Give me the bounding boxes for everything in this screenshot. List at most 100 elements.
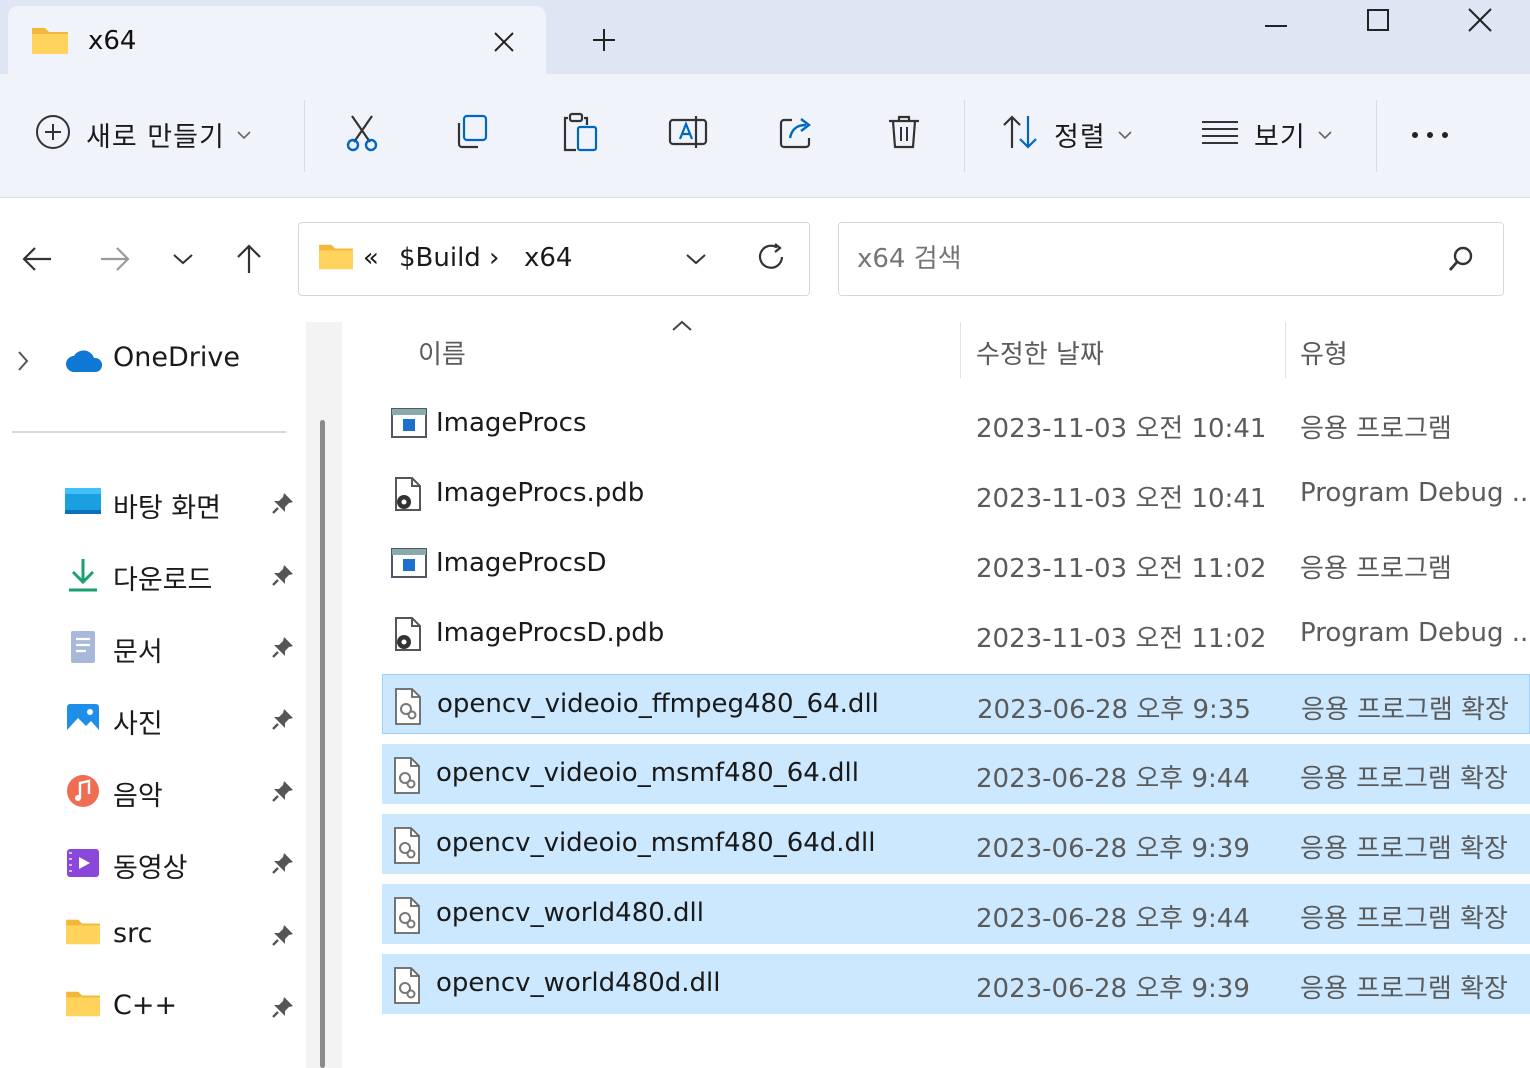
breadcrumb-overflow[interactable]: « <box>363 243 379 273</box>
file-row[interactable]: ImageProcsD.pdb 2023-11-03 오전 11:02 Progra… <box>382 604 1530 664</box>
rename-button[interactable] <box>668 106 708 162</box>
sidebar-item-label: 다운로드 <box>113 565 213 596</box>
column-divider[interactable] <box>1285 322 1286 378</box>
file-type: 응용 프로그램 <box>1300 414 1452 444</box>
cut-button[interactable] <box>342 106 382 162</box>
chevron-down-icon <box>1118 125 1132 144</box>
file-type: Program Debug ... <box>1300 618 1530 648</box>
view-button[interactable]: 보기 <box>1200 106 1332 162</box>
file-type: 응용 프로그램 <box>1300 554 1452 584</box>
file-name: opencv_videoio_msmf480_64d.dll <box>436 828 876 858</box>
chevron-right-icon[interactable] <box>16 350 30 376</box>
sidebar-item-label: C++ <box>113 990 178 1021</box>
file-date: 2023-06-28 오후 9:35 <box>977 695 1251 725</box>
sidebar-item-6[interactable]: 동영상 <box>0 832 306 892</box>
share-button[interactable] <box>776 106 816 162</box>
sidebar-item-label: 음악 <box>113 781 163 812</box>
maximize-button[interactable] <box>1338 0 1418 40</box>
sidebar-item-7[interactable]: src <box>0 904 306 964</box>
breadcrumb-build[interactable]: $Build <box>399 243 481 273</box>
rename-icon <box>668 112 708 156</box>
forward-button[interactable] <box>92 236 138 282</box>
copy-icon <box>452 112 492 156</box>
view-list-icon <box>1200 112 1240 156</box>
desktop-icon <box>64 484 102 522</box>
file-name: opencv_videoio_ffmpeg480_64.dll <box>437 689 879 719</box>
address-bar[interactable]: « $Build › x64 <box>298 222 810 296</box>
more-icon <box>1410 125 1450 144</box>
breadcrumb-separator[interactable]: › <box>489 243 499 273</box>
dll-icon <box>390 826 428 864</box>
trash-icon <box>884 112 924 156</box>
file-type: Program Debug ... <box>1300 478 1530 508</box>
view-button-label: 보기 <box>1254 121 1306 153</box>
sidebar-item-2[interactable]: 다운로드 <box>0 544 306 604</box>
column-header-name[interactable]: 이름 <box>418 334 466 371</box>
share-icon <box>776 112 816 156</box>
toolbar-divider <box>304 100 305 172</box>
sidebar-scrollbar-thumb[interactable] <box>320 420 325 1068</box>
search-box[interactable] <box>838 222 1504 296</box>
paste-button[interactable] <box>560 106 600 162</box>
file-name: ImageProcs.pdb <box>436 478 645 508</box>
file-row[interactable]: opencv_world480d.dll 2023-06-28 오후 9:39 응용… <box>382 954 1530 1014</box>
sidebar-item-onedrive[interactable]: OneDrive <box>0 328 306 388</box>
chevron-down-icon <box>1318 125 1332 144</box>
column-divider[interactable] <box>960 322 961 378</box>
recent-locations-button[interactable] <box>160 236 206 282</box>
sort-button[interactable]: 정렬 <box>1000 106 1132 162</box>
back-button[interactable] <box>14 236 60 282</box>
add-circle-icon <box>34 113 72 155</box>
file-type: 응용 프로그램 확장 <box>1300 764 1508 794</box>
new-button[interactable]: 새로 만들기 <box>34 106 251 162</box>
pin-icon <box>270 562 296 592</box>
breadcrumb-x64[interactable]: x64 <box>524 243 572 273</box>
close-window-button[interactable] <box>1440 0 1520 40</box>
folder-icon <box>317 241 355 275</box>
pictures-icon <box>64 700 102 738</box>
pin-icon <box>270 706 296 736</box>
sidebar-item-3[interactable]: 문서 <box>0 616 306 676</box>
pin-icon <box>270 778 296 808</box>
sidebar-item-8[interactable]: C++ <box>0 976 306 1036</box>
more-options-button[interactable] <box>1410 106 1450 162</box>
minimize-button[interactable] <box>1236 0 1316 40</box>
toolbar-divider <box>964 100 965 172</box>
sidebar-item-5[interactable]: 음악 <box>0 760 306 820</box>
search-icon[interactable] <box>1447 245 1475 277</box>
file-row[interactable]: opencv_videoio_msmf480_64.dll 2023-06-28 … <box>382 744 1530 804</box>
tab-close-icon[interactable] <box>484 22 524 62</box>
file-row[interactable]: opencv_videoio_msmf480_64d.dll 2023-06-28… <box>382 814 1530 874</box>
file-date: 2023-11-03 오전 10:41 <box>976 484 1267 514</box>
sort-ascending-icon <box>670 318 694 338</box>
file-type: 응용 프로그램 확장 <box>1300 974 1508 1004</box>
exe-icon <box>390 406 428 444</box>
dll-icon <box>390 966 428 1004</box>
delete-button[interactable] <box>884 106 924 162</box>
pin-icon <box>270 994 296 1024</box>
file-row[interactable]: ImageProcs 2023-11-03 오전 10:41 응용 프로그램 <box>382 394 1530 454</box>
copy-button[interactable] <box>452 106 492 162</box>
pin-icon <box>270 850 296 880</box>
file-row[interactable]: ImageProcsD 2023-11-03 오전 11:02 응용 프로그램 <box>382 534 1530 594</box>
pdb-icon <box>390 616 428 654</box>
column-header-date[interactable]: 수정한 날짜 <box>976 334 1104 371</box>
file-row[interactable]: ImageProcs.pdb 2023-11-03 오전 10:41 Program… <box>382 464 1530 524</box>
tab-x64[interactable]: x64 <box>8 6 546 74</box>
file-type: 응용 프로그램 확장 <box>1300 904 1508 934</box>
file-name: opencv_world480d.dll <box>436 968 721 998</box>
new-tab-button[interactable] <box>584 20 624 60</box>
file-row[interactable]: opencv_videoio_ffmpeg480_64.dll 2023-06-2… <box>382 674 1530 734</box>
sidebar-item-label: src <box>113 918 153 949</box>
column-header-type[interactable]: 유형 <box>1300 334 1348 371</box>
refresh-icon[interactable] <box>755 241 787 277</box>
up-button[interactable] <box>226 236 272 282</box>
file-name: ImageProcs <box>436 408 587 438</box>
search-input[interactable] <box>857 237 1417 281</box>
sidebar-item-4[interactable]: 사진 <box>0 688 306 748</box>
file-date: 2023-06-28 오후 9:39 <box>976 974 1250 1004</box>
sidebar-item-1[interactable]: 바탕 화면 <box>0 472 306 532</box>
sort-button-label: 정렬 <box>1054 121 1106 153</box>
file-row[interactable]: opencv_world480.dll 2023-06-28 오후 9:44 응용 … <box>382 884 1530 944</box>
address-dropdown-icon[interactable] <box>685 251 707 270</box>
